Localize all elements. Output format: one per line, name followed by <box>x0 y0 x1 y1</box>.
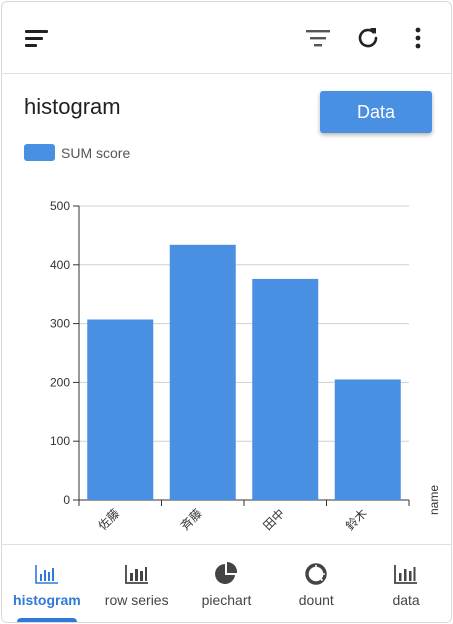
y-tick-label: 400 <box>50 258 70 272</box>
legend-swatch <box>24 144 55 161</box>
bar <box>334 379 401 500</box>
x-tick-label: 佐藤 <box>95 506 122 533</box>
more-vert-icon[interactable] <box>404 24 432 52</box>
legend-label: SUM score <box>61 144 131 161</box>
y-tick-label: 200 <box>50 375 70 389</box>
x-tick-label: 鈴木 <box>342 506 370 534</box>
nav-item-row-series[interactable]: row series <box>92 545 182 622</box>
nav-label-piechart: piechart <box>201 592 252 608</box>
bar <box>169 244 236 500</box>
nav-label-row-series: row series <box>104 592 169 608</box>
pie-chart-icon <box>214 561 238 587</box>
nav-label-data: data <box>392 592 420 608</box>
nav-label-histogram: histogram <box>13 592 81 608</box>
donut-chart-icon <box>304 561 328 587</box>
nav-item-data[interactable]: data <box>361 545 451 622</box>
refresh-icon[interactable] <box>354 24 382 52</box>
y-tick-label: 500 <box>50 199 70 213</box>
data-button[interactable]: Data <box>320 91 432 133</box>
nav-label-dount: dount <box>298 592 334 608</box>
page-title: histogram <box>24 94 121 119</box>
menu-icon[interactable] <box>23 24 51 52</box>
x-tick-label: 斉藤 <box>177 506 205 534</box>
bar <box>252 278 319 500</box>
histogram-chart: 0 100 200 300 400 500 佐藤 斉藤 田中 鈴木 name <box>50 199 441 534</box>
y-tick-label: 0 <box>63 493 70 507</box>
bar-chart-icon <box>124 561 149 587</box>
y-tick-label: 300 <box>50 317 70 331</box>
bottom-navigation: histogram row series piechart dount data <box>2 544 451 622</box>
app-frame: histogram Data SUM score 0 100 200 300 400 50… <box>1 1 452 623</box>
chart-legend[interactable]: SUM score <box>24 144 130 161</box>
nav-item-histogram[interactable]: histogram <box>2 545 92 622</box>
y-tick-label: 100 <box>50 434 70 448</box>
bar <box>87 319 154 500</box>
bar-chart-icon <box>394 561 418 587</box>
active-indicator <box>16 618 77 622</box>
x-tick-label: 田中 <box>260 506 288 534</box>
nav-item-piechart[interactable]: piechart <box>182 545 272 622</box>
app-bar <box>2 2 451 74</box>
x-axis-label: name <box>427 485 441 515</box>
bar-chart-icon <box>35 561 59 587</box>
nav-item-dount[interactable]: dount <box>271 545 361 622</box>
filter-icon[interactable] <box>304 24 332 52</box>
